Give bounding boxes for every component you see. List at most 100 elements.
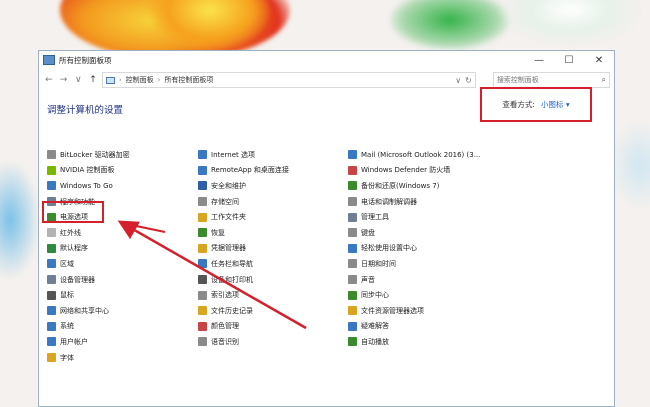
control-panel-item[interactable]: Windows Defender 防火墙 [348,163,480,179]
item-label[interactable]: 备份和还原(Windows 7) [361,181,439,191]
item-label[interactable]: 任务栏和导航 [211,259,253,269]
control-panel-item[interactable]: 系统 [47,319,130,335]
item-label[interactable]: RemoteApp 和桌面连接 [211,165,289,175]
item-label[interactable]: 语音识别 [211,337,239,347]
item-label[interactable]: 文件历史记录 [211,306,253,316]
control-panel-item[interactable]: 声音 [348,272,480,288]
item-label[interactable]: NVIDIA 控制面板 [60,165,115,175]
control-panel-item[interactable]: 凭据管理器 [198,241,289,257]
control-panel-item[interactable]: 字体 [47,350,130,366]
search-icon[interactable]: ⌕ [602,75,606,85]
item-label[interactable]: 文件资源管理器选项 [361,306,424,316]
item-label[interactable]: 区域 [60,259,74,269]
control-panel-item[interactable]: 文件历史记录 [198,303,289,319]
control-panel-item[interactable]: 颜色管理 [198,319,289,335]
control-panel-item[interactable]: 文件资源管理器选项 [348,303,480,319]
breadcrumb-all-items[interactable]: 所有控制面板项 [164,75,213,85]
back-arrow-icon[interactable]: ← [43,75,55,85]
item-label[interactable]: 恢复 [211,228,225,238]
control-panel-item[interactable]: 电话和调制解调器 [348,194,480,210]
control-panel-item[interactable]: 自动播放 [348,334,480,350]
devices-printers-icon [198,275,207,285]
forward-arrow-icon[interactable]: → [58,75,70,85]
control-panel-item[interactable]: Internet 选项 [198,147,289,163]
control-panel-item[interactable]: NVIDIA 控制面板 [47,163,130,179]
control-panel-item[interactable]: 同步中心 [348,287,480,303]
item-label[interactable]: 鼠标 [60,290,74,300]
control-panel-item[interactable]: 存储空间 [198,194,289,210]
item-label[interactable]: 存储空间 [211,197,239,207]
internet-options-icon [198,150,207,160]
paint-splash [390,0,510,50]
sound-icon [348,275,357,285]
item-label[interactable]: 轻松使用设置中心 [361,243,417,253]
control-panel-item[interactable]: 恢复 [198,225,289,241]
control-panel-item[interactable]: Windows To Go [47,178,130,194]
mouse-icon [47,290,56,300]
item-label[interactable]: Windows Defender 防火墙 [361,165,450,175]
close-button[interactable]: ✕ [584,51,614,69]
control-panel-item[interactable]: 键盘 [348,225,480,241]
item-label[interactable]: 疑难解答 [361,321,389,331]
control-panel-item[interactable]: 管理工具 [348,209,480,225]
breadcrumb-control-panel[interactable]: 控制面板 [126,75,154,85]
control-panel-item[interactable]: 索引选项 [198,287,289,303]
control-panel-item[interactable]: 疑难解答 [348,319,480,335]
search-input[interactable] [496,76,602,84]
item-label[interactable]: 安全和维护 [211,181,246,191]
item-label[interactable]: 设备管理器 [60,275,95,285]
address-bar[interactable]: › 控制面板 › 所有控制面板项 ∨ ↻ [101,72,476,88]
control-panel-item[interactable]: 轻松使用设置中心 [348,241,480,257]
control-panel-item[interactable]: BitLocker 驱动器加密 [47,147,130,163]
control-panel-item[interactable]: 用户帐户 [47,334,130,350]
item-label[interactable]: 同步中心 [361,290,389,300]
page-title: 调整计算机的设置 [47,105,124,116]
control-panel-item[interactable]: Mail (Microsoft Outlook 2016) (3... [348,147,480,163]
item-label[interactable]: 颜色管理 [211,321,239,331]
item-label[interactable]: 字体 [60,353,74,363]
control-panel-item[interactable]: 工作文件夹 [198,209,289,225]
item-label[interactable]: 用户帐户 [60,337,88,347]
control-panel-item[interactable]: 日期和时间 [348,256,480,272]
control-panel-item[interactable]: 区域 [47,256,130,272]
item-label[interactable]: 设备和打印机 [211,275,253,285]
item-label[interactable]: 声音 [361,275,375,285]
item-label[interactable]: 日期和时间 [361,259,396,269]
control-panel-item[interactable]: 设备和打印机 [198,272,289,288]
item-label[interactable]: 自动播放 [361,337,389,347]
item-label[interactable]: 电话和调制解调器 [361,197,417,207]
dropdown-chevron-icon[interactable]: ∨ [455,76,461,85]
item-label[interactable]: 默认程序 [60,243,88,253]
item-label[interactable]: 索引选项 [211,290,239,300]
control-panel-item[interactable]: 备份和还原(Windows 7) [348,178,480,194]
control-panel-item[interactable]: 语音识别 [198,334,289,350]
item-label[interactable]: 工作文件夹 [211,212,246,222]
backup-icon [348,181,357,191]
item-label[interactable]: Windows To Go [60,182,113,190]
control-panel-item[interactable]: 设备管理器 [47,272,130,288]
item-label[interactable]: 键盘 [361,228,375,238]
refresh-icon[interactable]: ↻ [465,76,472,85]
item-label[interactable]: Mail (Microsoft Outlook 2016) (3... [361,151,480,159]
control-panel-item[interactable]: 默认程序 [47,241,130,257]
recent-locations-chevron-icon[interactable]: ∨ [72,75,84,85]
up-arrow-icon[interactable]: ↑ [87,75,99,85]
maximize-button[interactable]: ☐ [554,51,584,69]
item-label[interactable]: 凭据管理器 [211,243,246,253]
item-label[interactable]: 网络和共享中心 [60,306,109,316]
item-label[interactable]: Internet 选项 [211,150,255,160]
view-by-dropdown[interactable]: 小图标 ▾ [541,99,570,110]
control-panel-item[interactable]: 鼠标 [47,287,130,303]
control-panel-item[interactable]: 网络和共享中心 [47,303,130,319]
item-label[interactable]: 红外线 [60,228,81,238]
item-label[interactable]: 系统 [60,321,74,331]
item-label[interactable]: BitLocker 驱动器加密 [60,150,130,160]
control-panel-item[interactable]: 任务栏和导航 [198,256,289,272]
control-panel-item[interactable]: RemoteApp 和桌面连接 [198,163,289,179]
control-panel-item[interactable]: 红外线 [47,225,130,241]
control-panel-item[interactable]: 安全和维护 [198,178,289,194]
search-box[interactable]: ⌕ [492,72,611,88]
item-label[interactable]: 管理工具 [361,212,389,222]
file-history-icon [198,306,207,316]
minimize-button[interactable]: — [524,51,554,69]
